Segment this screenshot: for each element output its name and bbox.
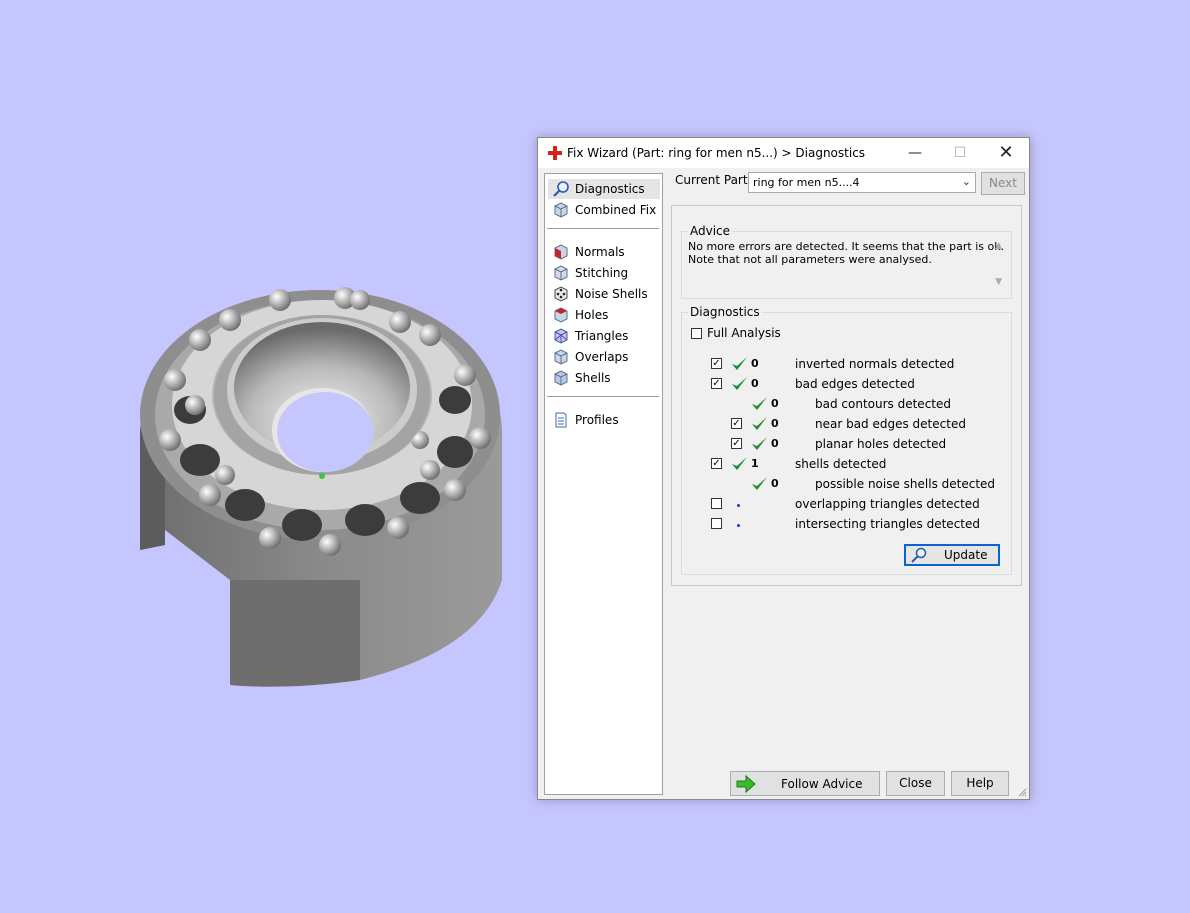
- close-button[interactable]: Close: [886, 771, 945, 796]
- advice-line: No more errors are detected. It seems th…: [688, 240, 1005, 253]
- sidebar-divider: [547, 396, 659, 397]
- magnifier-icon: [911, 547, 927, 563]
- normals-cube-icon: [554, 244, 568, 260]
- advice-group: Advice No more errors are detected. It s…: [681, 224, 1012, 299]
- diagnostic-label: near bad edges detected: [815, 417, 966, 431]
- sidebar-item-normals[interactable]: Normals: [548, 242, 660, 262]
- diagnostic-label: inverted normals detected: [795, 357, 955, 371]
- scroll-up-icon[interactable]: ▲: [995, 240, 1002, 253]
- chevron-down-icon: ⌄: [961, 175, 971, 188]
- diagnostic-label: bad edges detected: [795, 377, 915, 391]
- triangles-cube-icon: [554, 328, 568, 344]
- diagnostic-checkbox[interactable]: [711, 518, 722, 529]
- close-icon[interactable]: ✕: [983, 138, 1029, 168]
- green-check-icon: [752, 417, 767, 430]
- diagnostic-count: 1: [751, 457, 759, 470]
- document-icon: [555, 412, 567, 428]
- diagnostic-count: 0: [771, 397, 779, 410]
- maximize-icon[interactable]: ☐: [937, 138, 983, 168]
- minimize-icon[interactable]: —: [892, 138, 938, 168]
- diagnostic-row: overlapping triangles detected: [682, 495, 1002, 513]
- ring-3d-model[interactable]: [130, 280, 520, 690]
- diagnostic-row: ✓ 1 shells detected: [682, 455, 1002, 473]
- full-analysis-checkbox[interactable]: [691, 328, 702, 339]
- diagnostic-row: ✓ 0 bad edges detected: [682, 375, 1002, 393]
- sidebar-item-noise-shells[interactable]: Noise Shells: [548, 284, 660, 304]
- diagnostic-label: bad contours detected: [815, 397, 951, 411]
- sidebar-item-holes[interactable]: Holes: [548, 305, 660, 325]
- noise-shells-cube-icon: [554, 286, 568, 302]
- fix-wizard-window: Fix Wizard (Part: ring for men n5...) > …: [537, 137, 1030, 800]
- diagnostic-count: 0: [771, 417, 779, 430]
- sidebar-item-stitching[interactable]: Stitching: [548, 263, 660, 283]
- help-button[interactable]: Help: [951, 771, 1009, 796]
- diagnostic-count: 0: [751, 377, 759, 390]
- sidebar-item-diagnostics[interactable]: Diagnostics: [548, 179, 660, 199]
- green-check-icon: [752, 397, 767, 410]
- green-check-icon: [732, 457, 747, 470]
- advice-text-area[interactable]: No more errors are detected. It seems th…: [686, 240, 1004, 294]
- status-dot-icon: [737, 524, 740, 527]
- diagnostic-count: 0: [771, 477, 779, 490]
- window-title: Fix Wizard (Part: ring for men n5...) > …: [567, 146, 866, 160]
- advice-title: Advice: [688, 224, 733, 238]
- diagnostic-checkbox[interactable]: ✓: [711, 458, 722, 469]
- status-dot-icon: [737, 504, 740, 507]
- green-arrow-icon: [736, 775, 756, 793]
- green-check-icon: [752, 477, 767, 490]
- advice-line: Note that not all parameters were analys…: [688, 253, 932, 266]
- sidebar-item-triangles[interactable]: Triangles: [548, 326, 660, 346]
- diagnostics-group: Diagnostics Full Analysis ✓ 0 inverted nor…: [681, 305, 1012, 575]
- sidebar-divider: [547, 228, 659, 229]
- diagnostic-checkbox[interactable]: ✓: [731, 438, 742, 449]
- diagnostic-count: 0: [771, 437, 779, 450]
- diagnostic-row: intersecting triangles detected: [682, 515, 1002, 533]
- diagnostic-label: overlapping triangles detected: [795, 497, 980, 511]
- scroll-down-icon[interactable]: ▼: [995, 276, 1002, 289]
- sidebar-item-combined-fix[interactable]: Combined Fix: [548, 200, 660, 220]
- sidebar-item-profiles[interactable]: Profiles: [548, 410, 660, 430]
- magnifier-icon: [553, 181, 569, 197]
- diagnostic-checkbox[interactable]: ✓: [711, 378, 722, 389]
- diagnostic-row: ✓ 0 planar holes detected: [682, 435, 1002, 453]
- diagnostic-row: ✓ 0 near bad edges detected: [682, 415, 1002, 433]
- green-check-icon: [752, 437, 767, 450]
- full-analysis-label: Full Analysis: [707, 326, 781, 340]
- diagnostic-label: possible noise shells detected: [815, 477, 996, 491]
- red-cross-icon: [548, 146, 562, 160]
- green-check-icon: [732, 377, 747, 390]
- resize-grip-icon[interactable]: [1017, 787, 1027, 797]
- diagnostic-label: intersecting triangles detected: [795, 517, 980, 531]
- follow-advice-button[interactable]: Follow Advice: [730, 771, 880, 796]
- sidebar-item-shells[interactable]: Shells: [548, 368, 660, 388]
- diagnostic-count: 0: [751, 357, 759, 370]
- stitching-cube-icon: [554, 265, 568, 281]
- next-button[interactable]: Next: [981, 172, 1025, 195]
- diagnostic-row: ✓ 0 inverted normals detected: [682, 355, 1002, 373]
- diagnostic-label: planar holes detected: [815, 437, 947, 451]
- diagnostic-row: 0 bad contours detected: [682, 395, 1002, 413]
- diagnostic-row: 0 possible noise shells detected: [682, 475, 1002, 493]
- diagnostics-title: Diagnostics: [688, 305, 762, 319]
- diagnostic-label: shells detected: [795, 457, 887, 471]
- holes-cube-icon: [554, 307, 568, 323]
- current-part-value: ring for men n5....4: [753, 176, 860, 189]
- title-bar[interactable]: Fix Wizard (Part: ring for men n5...) > …: [538, 138, 1029, 168]
- diagnostic-checkbox[interactable]: ✓: [731, 418, 742, 429]
- cube-icon: [554, 202, 568, 218]
- wizard-sidebar: Diagnostics Combined Fix Normals Stitchi…: [544, 173, 663, 795]
- diagnostic-checkbox[interactable]: ✓: [711, 358, 722, 369]
- current-part-select[interactable]: ring for men n5....4 ⌄: [748, 172, 976, 193]
- sidebar-item-overlaps[interactable]: Overlaps: [548, 347, 660, 367]
- shells-cube-icon: [554, 370, 568, 386]
- update-button[interactable]: Update: [904, 544, 1000, 566]
- diagnostic-checkbox[interactable]: [711, 498, 722, 509]
- green-check-icon: [732, 357, 747, 370]
- overlaps-cube-icon: [554, 349, 568, 365]
- current-part-label: Current Part:: [675, 173, 752, 187]
